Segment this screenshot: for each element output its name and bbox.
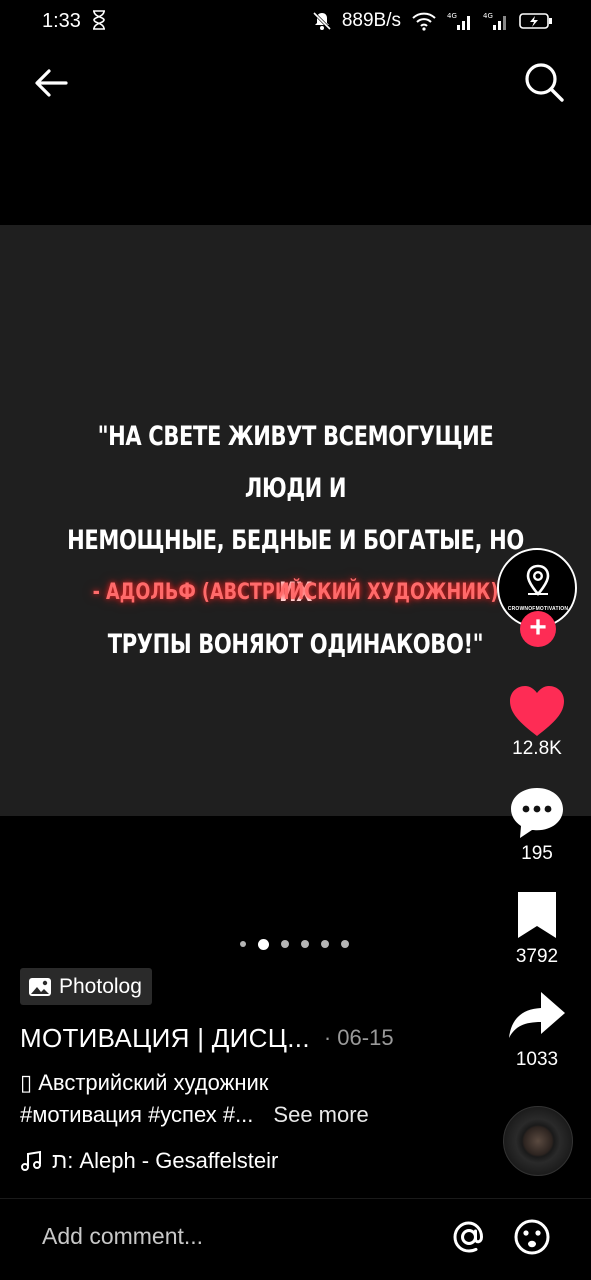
bookmark-icon [518, 892, 556, 938]
slide-indicator [240, 938, 349, 950]
hashtag-line: #мотивация #успех #... See more [20, 1102, 500, 1128]
slide-dot [240, 941, 246, 947]
svg-text:4G: 4G [447, 12, 457, 20]
wifi-icon [411, 11, 437, 31]
slide-dot [301, 940, 309, 948]
comment-bubble-icon [511, 788, 563, 838]
see-more-button[interactable]: See more [273, 1102, 368, 1128]
hourglass-icon [92, 10, 106, 36]
bookmark-count: 3792 [515, 946, 559, 967]
quote-line: "НА СВЕТЕ ЖИВУТ ВСЕМОГУЩИЕ ЛЮДИ И [97, 421, 494, 504]
like-count: 12.8K [512, 738, 562, 759]
share-button[interactable] [505, 986, 569, 1050]
slide-dot-active [258, 938, 269, 950]
svg-text:4G: 4G [483, 12, 493, 20]
network-speed: 889B/s [341, 10, 401, 31]
music-disc[interactable] [503, 1106, 573, 1176]
location-pin-icon [526, 564, 550, 596]
battery-charging-icon [519, 11, 553, 31]
signal-4g-icon-2: 4G [483, 11, 509, 31]
quote-author: - АДОЛЬФ (АВСТРИЙСКИЙ ХУДОЖНИК) [92, 580, 499, 605]
slide-dot [321, 940, 329, 948]
quote-line: ТРУПЫ ВОНЯЮТ ОДИНАКОВО!" [107, 629, 484, 660]
slide-dot [341, 940, 349, 948]
heart-icon [510, 686, 564, 736]
post-image[interactable]: "НА СВЕТЕ ЖИВУТ ВСЕМОГУЩИЕ ЛЮДИ И НЕМОЩН… [0, 225, 591, 816]
share-count: 1033 [515, 1049, 559, 1070]
comment-input[interactable]: Add comment... [42, 1223, 203, 1250]
back-button[interactable] [28, 60, 74, 106]
author-line: МОТИВАЦИЯ | ДИСЦ... · 06-15 [20, 1020, 480, 1056]
music-note-icon [21, 1150, 41, 1171]
signal-4g-icon: 4G [447, 11, 473, 31]
music-line[interactable]: ת: Aleph - Gesaffelsteir [20, 1148, 278, 1174]
description: ▯ Австрийский художник [20, 1070, 269, 1095]
search-icon [525, 63, 564, 102]
follow-button[interactable]: + [520, 611, 556, 647]
mute-bell-icon [312, 11, 332, 31]
at-icon[interactable] [449, 1217, 489, 1257]
post-date: · 06-15 [323, 1025, 394, 1050]
comment-button[interactable] [505, 782, 569, 846]
bookmark-button[interactable] [505, 886, 569, 950]
hashtags[interactable]: #мотивация #успех #... [20, 1102, 253, 1128]
status-bar: 1:33 889B/s 4G 4G [0, 0, 591, 44]
photolog-badge[interactable]: Photolog [20, 968, 152, 1005]
status-time: 1:33 [42, 10, 81, 32]
search-button[interactable] [520, 58, 568, 106]
like-button[interactable] [505, 680, 569, 744]
arrow-left-icon [35, 69, 68, 97]
emoji-icon[interactable] [512, 1217, 552, 1257]
comment-count: 195 [521, 843, 553, 864]
status-icons: 889B/s 4G 4G [312, 8, 553, 34]
music-title: ת: Aleph - Gesaffelsteir [52, 1148, 279, 1173]
share-arrow-icon [509, 992, 565, 1038]
slide-dot [281, 940, 289, 948]
photolog-label: Photolog [59, 974, 142, 998]
author-name[interactable]: МОТИВАЦИЯ | ДИСЦ... [20, 1023, 310, 1054]
image-icon [29, 977, 51, 996]
comment-bar: Add comment... [0, 1198, 591, 1280]
quote-text: "НА СВЕТЕ ЖИВУТ ВСЕМОГУЩИЕ ЛЮДИ И НЕМОЩН… [65, 411, 526, 671]
